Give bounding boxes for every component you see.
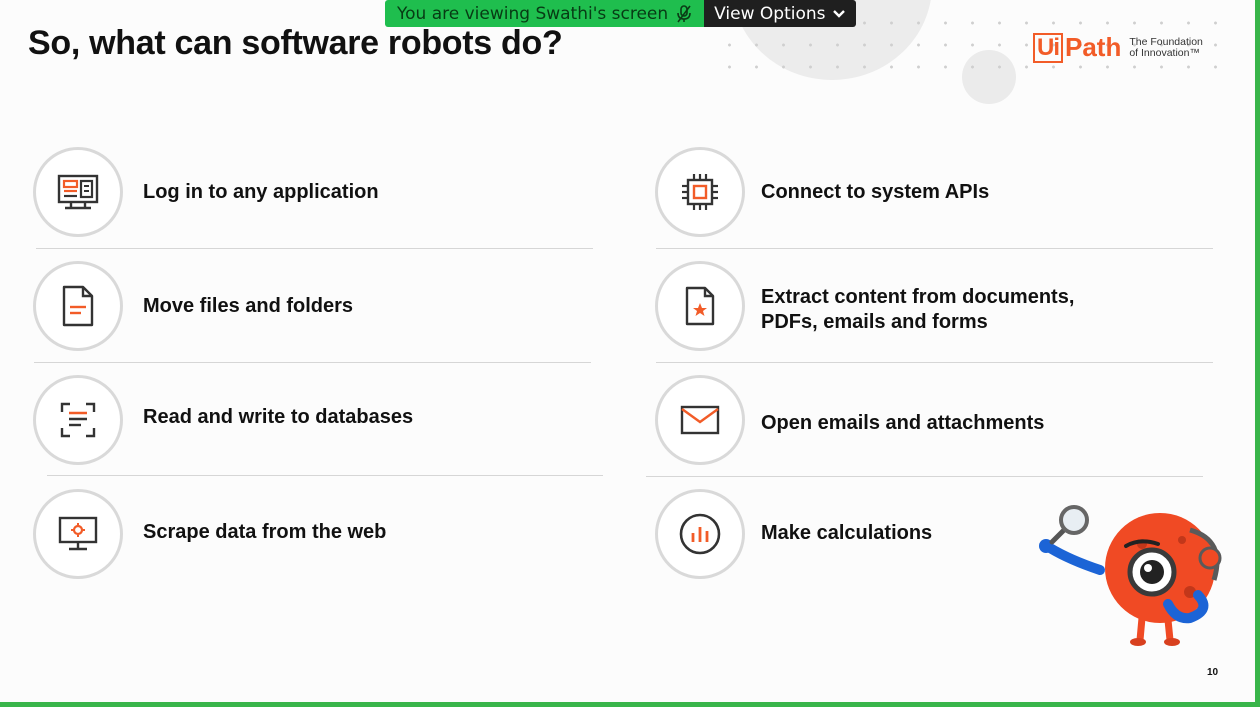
- screen-share-border-right: [1255, 0, 1260, 707]
- divider: [656, 248, 1213, 249]
- viewing-indicator: You are viewing Swathi's screen: [385, 0, 705, 27]
- screen-share-banner: You are viewing Swathi's screen View Opt…: [385, 0, 856, 27]
- application-window-icon: [33, 147, 123, 237]
- uipath-logo: Ui Path The Foundation of Innovation™: [1033, 32, 1203, 63]
- logo-mark: Ui Path: [1033, 32, 1121, 63]
- divider: [646, 476, 1203, 477]
- logo-tagline-line2: of Innovation™: [1129, 46, 1200, 59]
- item-extract-line2: PDFs, emails and forms: [761, 311, 988, 333]
- divider: [47, 475, 603, 476]
- item-scrape: Scrape data from the web: [143, 521, 387, 543]
- database-scan-icon: [33, 375, 123, 465]
- divider: [656, 362, 1213, 363]
- divider: [34, 362, 591, 363]
- item-calculations: Make calculations: [761, 522, 933, 544]
- item-extract: Extract content from documents, PDFs, em…: [761, 285, 1074, 335]
- item-files: Move files and folders: [143, 295, 354, 317]
- document-star-icon: [655, 261, 745, 351]
- item-extract-line1: Extract content from documents,: [761, 286, 1075, 308]
- microphone-muted-icon: [677, 4, 691, 22]
- view-options-button[interactable]: View Options: [704, 0, 856, 27]
- logo-tagline: The Foundation of Innovation™: [1129, 35, 1203, 59]
- divider: [36, 248, 593, 249]
- robot-mascot-illustration: [1039, 505, 1222, 646]
- logo-path-text: Path: [1065, 32, 1122, 62]
- slide-title: So, what can software robots do?: [28, 24, 563, 62]
- chevron-down-icon: [832, 9, 845, 18]
- bar-chart-icon: [655, 489, 745, 579]
- logo-ui-box: Ui: [1033, 32, 1063, 63]
- screen-share-border-bottom: [0, 702, 1260, 707]
- monitor-gear-icon: [33, 489, 123, 579]
- viewing-text: You are viewing Swathi's screen: [397, 3, 669, 24]
- item-apis: Connect to system APIs: [761, 181, 990, 203]
- chip-icon: [655, 147, 745, 237]
- view-options-label: View Options: [714, 3, 826, 24]
- document-icon: [33, 261, 123, 351]
- item-login: Log in to any application: [143, 181, 379, 203]
- item-databases: Read and write to databases: [143, 406, 414, 428]
- envelope-icon: [655, 375, 745, 465]
- logo-tagline-line1: The Foundation: [1129, 35, 1203, 48]
- page-number: 10: [1207, 667, 1219, 678]
- item-emails: Open emails and attachments: [761, 412, 1045, 434]
